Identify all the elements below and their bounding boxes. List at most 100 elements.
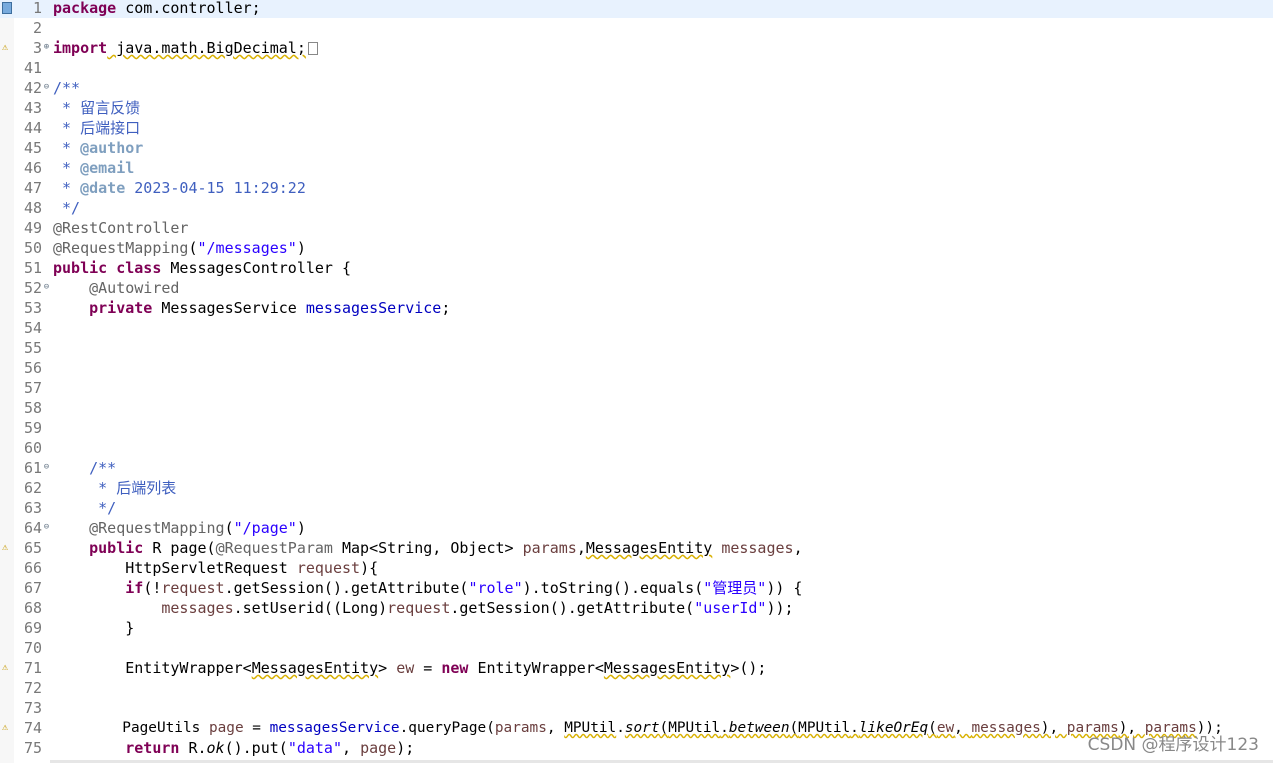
fold-expand-icon[interactable]: ⊕ (42, 43, 51, 52)
keyword: public (53, 259, 108, 277)
code-line[interactable]: 61 ⊖ /** (0, 458, 1273, 478)
code-text: ).toString().equals( (522, 579, 704, 597)
code-line[interactable]: 41 (0, 58, 1273, 78)
comment: 2023-04-15 11:29:22 (125, 179, 306, 197)
line-number: 48 (23, 199, 42, 217)
warning-lightbulb-icon[interactable]: ⚠ (2, 722, 12, 734)
code-text: ( (789, 720, 799, 736)
code-line[interactable]: ⚠ 65 public R page(@RequestParam Map<Str… (0, 538, 1273, 558)
code-line[interactable]: 56 (0, 358, 1273, 378)
bookmark-icon[interactable] (2, 2, 12, 14)
code-line[interactable]: 54 (0, 318, 1273, 338)
comment: */ (53, 499, 117, 517)
code-line[interactable]: 51 public class MessagesController { (0, 258, 1273, 278)
code-text: R page( (143, 539, 216, 557)
annotation: @RequestMapping (53, 239, 189, 257)
code-line[interactable]: 55 (0, 338, 1273, 358)
code-line[interactable]: 73 (0, 698, 1273, 718)
code-line[interactable]: 44 * 后端接口 (0, 118, 1273, 138)
code-line[interactable]: 53 private MessagesService messagesServi… (0, 298, 1273, 318)
code-line[interactable]: 59 (0, 418, 1273, 438)
code-line[interactable]: 2 (0, 18, 1273, 38)
code-line[interactable]: ⚠ 3 ⊕ import java.math.BigDecimal; (0, 38, 1273, 58)
code-line[interactable]: ⚠ 71 EntityWrapper<MessagesEntity> ew = … (0, 658, 1273, 678)
code-text: > (378, 659, 397, 677)
keyword: new (441, 659, 469, 677)
line-number: 1 (32, 0, 42, 17)
code-line[interactable]: 66 HttpServletRequest request){ (0, 558, 1273, 578)
code-line[interactable]: 60 (0, 438, 1273, 458)
code-text: (! (143, 579, 162, 597)
annotation: @Autowired (89, 279, 180, 297)
code-text: MPUtil (798, 720, 851, 736)
line-number: 67 (23, 579, 42, 597)
fold-collapse-icon[interactable]: ⊖ (42, 83, 51, 92)
code-line[interactable]: 43 * 留言反馈 (0, 98, 1273, 118)
static-method: likeOrEq (858, 720, 929, 736)
code-text: ( (928, 720, 937, 736)
line-number: 57 (23, 379, 42, 397)
annotation: @RequestMapping (89, 519, 225, 537)
comment: * 留言反馈 (53, 99, 141, 117)
parameter: messages (161, 599, 234, 617)
code-line[interactable]: 64 ⊖ @RequestMapping("/page") (0, 518, 1273, 538)
warning-lightbulb-icon[interactable]: ⚠ (2, 662, 12, 674)
code-text: . (720, 720, 729, 736)
line-number: 53 (23, 299, 42, 317)
code-line[interactable]: 46 * @email (0, 158, 1273, 178)
code-line[interactable]: 47 * @date 2023-04-15 11:29:22 (0, 178, 1273, 198)
comment: * 后端列表 (53, 479, 177, 497)
code-text: ( (224, 519, 234, 537)
annotation: @RequestParam (215, 539, 333, 557)
code-line[interactable]: 62 * 后端列表 (0, 478, 1273, 498)
code-text: PageUtils (53, 720, 209, 736)
code-text: EntityWrapper< (468, 659, 604, 677)
code-line[interactable]: 63 */ (0, 498, 1273, 518)
warning-lightbulb-icon[interactable]: ⚠ (2, 42, 12, 54)
folded-imports-icon[interactable] (307, 42, 318, 55)
local-variable: page (208, 720, 244, 736)
code-editor[interactable]: 1 package com.controller; 2 ⚠ 3 ⊕ import… (0, 0, 1273, 763)
parameter: request (387, 599, 451, 617)
local-variable: ew (936, 720, 955, 736)
code-line[interactable]: 57 (0, 378, 1273, 398)
code-line[interactable]: 70 (0, 638, 1273, 658)
code-line[interactable]: ⚠ 74 PageUtils page = messagesService.qu… (0, 718, 1273, 738)
code-text: ) (296, 239, 306, 257)
code-line[interactable]: 1 package com.controller; (0, 0, 1273, 18)
code-line[interactable]: 50 @RequestMapping("/messages") (0, 238, 1273, 258)
code-line[interactable]: 52 ⊖ @Autowired (0, 278, 1273, 298)
line-number: 44 (23, 119, 42, 137)
code-text: MPUtil (668, 720, 721, 736)
fold-collapse-icon[interactable]: ⊖ (42, 523, 51, 532)
code-line[interactable]: 58 (0, 398, 1273, 418)
code-text: MessagesEntity (603, 659, 731, 677)
line-number: 41 (23, 59, 42, 77)
fold-collapse-icon[interactable]: ⊖ (42, 463, 51, 472)
code-text: HttpServletRequest (53, 559, 297, 577)
code-line[interactable]: 48 */ (0, 198, 1273, 218)
fold-collapse-icon[interactable]: ⊖ (42, 283, 51, 292)
code-text: , (793, 539, 803, 557)
code-line[interactable]: 72 (0, 678, 1273, 698)
line-number: 54 (23, 319, 42, 337)
parameter: request (296, 559, 361, 577)
code-line[interactable]: 75 return R.ok().put("data", page); (0, 738, 1273, 758)
string-literal: "管理员" (703, 579, 767, 597)
code-line[interactable]: 45 * @author (0, 138, 1273, 158)
line-number: 49 (23, 219, 42, 237)
code-line[interactable]: 67 if(!request.getSession().getAttribute… (0, 578, 1273, 598)
code-line[interactable]: 49 @RestController (0, 218, 1273, 238)
code-line[interactable]: 68 messages.setUserid((Long)request.getS… (0, 598, 1273, 618)
parameter: request (161, 579, 225, 597)
code-text: . (850, 720, 859, 736)
code-line[interactable]: 42 ⊖ /** (0, 78, 1273, 98)
code-text: java.math.BigDecimal; (107, 39, 306, 57)
line-number: 69 (23, 619, 42, 637)
warning-lightbulb-icon[interactable]: ⚠ (2, 542, 12, 554)
string-literal: "/messages" (197, 239, 297, 257)
code-line[interactable]: 69 } (0, 618, 1273, 638)
